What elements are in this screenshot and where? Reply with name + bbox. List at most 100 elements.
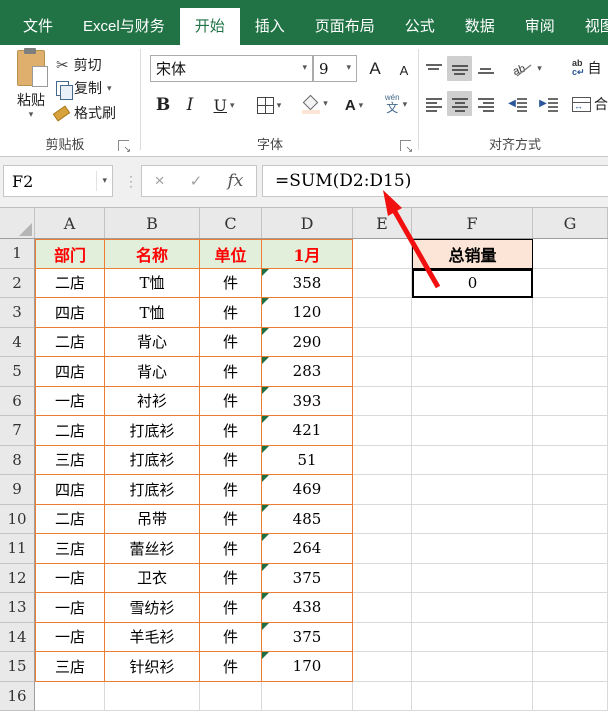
formula-input[interactable]: =SUM(D2:D15)	[262, 165, 608, 197]
cell-D2[interactable]: 358	[262, 269, 353, 299]
borders-caret-icon[interactable]	[277, 101, 282, 110]
row-header-4[interactable]: 4	[0, 328, 35, 358]
cell-E2[interactable]	[353, 269, 412, 299]
cell-B2[interactable]: T恤	[105, 269, 200, 299]
paste-button[interactable]: 粘贴	[8, 50, 54, 130]
cell-F16[interactable]	[412, 682, 533, 712]
ribbon-tab-开始[interactable]: 开始	[180, 8, 240, 45]
cell-B12[interactable]: 卫衣	[105, 564, 200, 594]
cell-C10[interactable]: 件	[200, 505, 262, 535]
ribbon-tab-Excel与财务[interactable]: Excel与财务	[68, 8, 180, 45]
cell-E6[interactable]	[353, 387, 412, 417]
cell-G12[interactable]	[533, 564, 608, 594]
cell-G2[interactable]	[533, 269, 608, 299]
cell-B10[interactable]: 吊带	[105, 505, 200, 535]
clipboard-dialog-launcher-icon[interactable]	[118, 140, 129, 151]
cell-B1[interactable]: 名称	[105, 239, 200, 269]
name-box[interactable]: F2	[3, 165, 113, 197]
bold-button[interactable]: B	[152, 92, 174, 118]
cut-button[interactable]: 剪切	[56, 55, 102, 75]
cell-A9[interactable]: 四店	[35, 475, 105, 505]
ribbon-tab-公式[interactable]: 公式	[390, 8, 450, 45]
cell-A16[interactable]	[35, 682, 105, 712]
cell-A3[interactable]: 四店	[35, 298, 105, 328]
ribbon-tab-审阅[interactable]: 审阅	[510, 8, 570, 45]
cell-E7[interactable]	[353, 416, 412, 446]
cell-B4[interactable]: 背心	[105, 328, 200, 358]
ribbon-tab-数据[interactable]: 数据	[450, 8, 510, 45]
increase-indent-button[interactable]: ▶	[535, 91, 563, 116]
cell-B14[interactable]: 羊毛衫	[105, 623, 200, 653]
column-header-D[interactable]: D	[262, 208, 353, 238]
cell-F13[interactable]	[412, 593, 533, 623]
cell-D1[interactable]: 1月	[262, 239, 353, 269]
cell-A15[interactable]: 三店	[35, 652, 105, 682]
cell-A8[interactable]: 三店	[35, 446, 105, 476]
cell-D12[interactable]: 375	[262, 564, 353, 594]
cell-B15[interactable]: 针织衫	[105, 652, 200, 682]
cell-A1[interactable]: 部门	[35, 239, 105, 269]
cell-E10[interactable]	[353, 505, 412, 535]
ribbon-tab-插入[interactable]: 插入	[240, 8, 300, 45]
cell-E5[interactable]	[353, 357, 412, 387]
cell-D14[interactable]: 375	[262, 623, 353, 653]
cell-E1[interactable]	[353, 239, 412, 269]
copy-dropdown-caret-icon[interactable]	[107, 84, 112, 93]
row-header-6[interactable]: 6	[0, 387, 35, 417]
cell-C16[interactable]	[200, 682, 262, 712]
name-box-caret-icon[interactable]	[97, 177, 112, 186]
cell-A11[interactable]: 三店	[35, 534, 105, 564]
column-header-B[interactable]: B	[105, 208, 200, 238]
font-color-button[interactable]: A	[336, 92, 372, 118]
ribbon-tab-文件[interactable]: 文件	[8, 8, 68, 45]
cell-C4[interactable]: 件	[200, 328, 262, 358]
cell-F2-selected[interactable]: 0	[412, 269, 533, 299]
align-bottom-button[interactable]	[473, 56, 498, 81]
cell-E13[interactable]	[353, 593, 412, 623]
cell-A13[interactable]: 一店	[35, 593, 105, 623]
font-dialog-launcher-icon[interactable]	[400, 140, 411, 151]
row-header-3[interactable]: 3	[0, 298, 35, 328]
orientation-button[interactable]: ab	[506, 56, 548, 81]
cell-D16[interactable]	[262, 682, 353, 712]
underline-button[interactable]: U	[206, 92, 242, 118]
row-header-8[interactable]: 8	[0, 446, 35, 476]
select-all-button[interactable]	[0, 208, 35, 238]
row-header-1[interactable]: 1	[0, 239, 35, 269]
font-name-combobox[interactable]: 宋体	[150, 55, 313, 82]
font-color-caret-icon[interactable]	[359, 101, 364, 110]
cell-D4[interactable]: 290	[262, 328, 353, 358]
cell-B7[interactable]: 打底衫	[105, 416, 200, 446]
cell-A14[interactable]: 一店	[35, 623, 105, 653]
cell-D3[interactable]: 120	[262, 298, 353, 328]
cell-C6[interactable]: 件	[200, 387, 262, 417]
row-header-9[interactable]: 9	[0, 475, 35, 505]
row-header-15[interactable]: 15	[0, 652, 35, 682]
cell-D5[interactable]: 283	[262, 357, 353, 387]
row-header-5[interactable]: 5	[0, 357, 35, 387]
format-painter-button[interactable]: 格式刷	[54, 103, 116, 123]
cell-A12[interactable]: 一店	[35, 564, 105, 594]
cell-G1[interactable]	[533, 239, 608, 269]
row-header-10[interactable]: 10	[0, 505, 35, 535]
cell-C2[interactable]: 件	[200, 269, 262, 299]
cell-B11[interactable]: 蕾丝衫	[105, 534, 200, 564]
cell-F10[interactable]	[412, 505, 533, 535]
cell-B9[interactable]: 打底衫	[105, 475, 200, 505]
paste-dropdown-caret-icon[interactable]	[29, 110, 34, 119]
cell-F11[interactable]	[412, 534, 533, 564]
cell-D8[interactable]: 51	[262, 446, 353, 476]
cell-E8[interactable]	[353, 446, 412, 476]
cell-C3[interactable]: 件	[200, 298, 262, 328]
column-header-E[interactable]: E	[353, 208, 412, 238]
cell-F3[interactable]	[412, 298, 533, 328]
cell-E9[interactable]	[353, 475, 412, 505]
cell-E11[interactable]	[353, 534, 412, 564]
phonetic-guide-button[interactable]: wén 文	[378, 90, 414, 118]
row-header-13[interactable]: 13	[0, 593, 35, 623]
cell-C8[interactable]: 件	[200, 446, 262, 476]
cell-F12[interactable]	[412, 564, 533, 594]
cell-G6[interactable]	[533, 387, 608, 417]
row-header-14[interactable]: 14	[0, 623, 35, 653]
cell-G15[interactable]	[533, 652, 608, 682]
